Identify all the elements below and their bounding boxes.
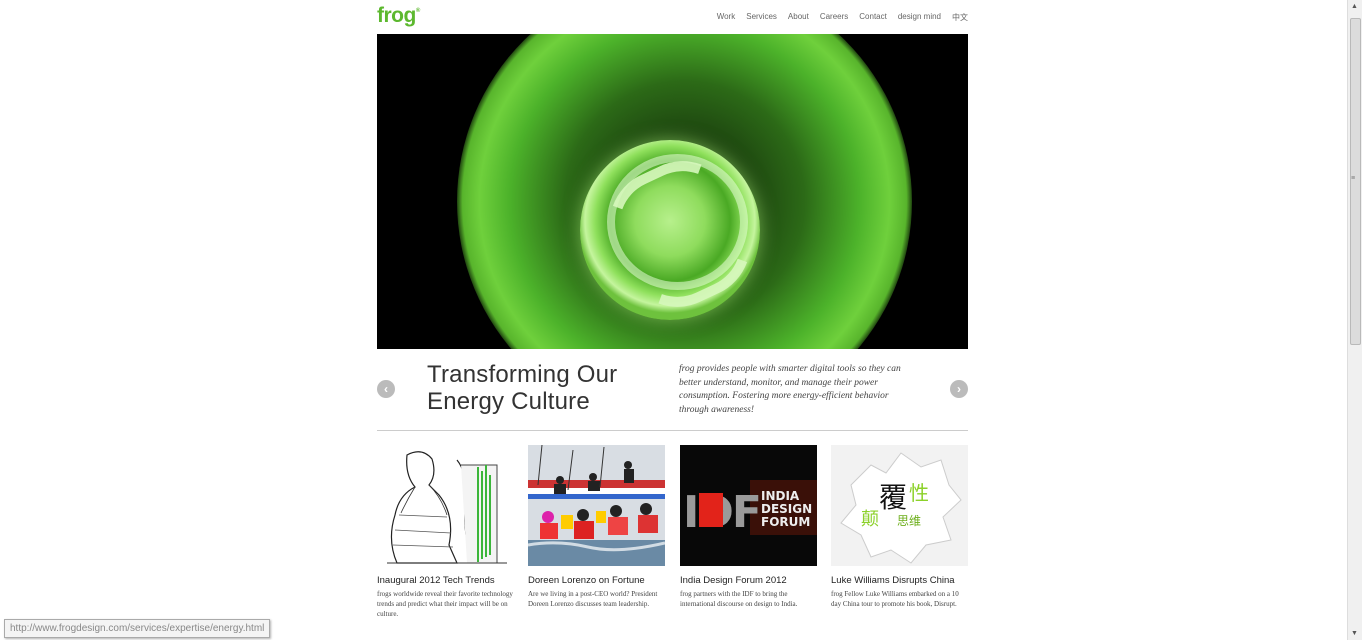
scroll-grip-icon: ≡ [1351, 175, 1356, 182]
main-nav: Work Services About Careers Contact desi… [706, 12, 968, 23]
nav-item-contact[interactable]: Contact [859, 12, 887, 23]
chevron-right-icon[interactable]: › [950, 380, 968, 398]
nav-item-work[interactable]: Work [717, 12, 736, 23]
card-title[interactable]: Luke Williams Disrupts China [831, 575, 968, 586]
char-fu: 覆 [879, 481, 907, 514]
scroll-up-icon[interactable]: ▲ [1351, 3, 1358, 10]
nav-item-about[interactable]: About [788, 12, 809, 23]
feature-title[interactable]: Transforming Our Energy Culture [427, 361, 617, 415]
hero-image-energy-bulb[interactable] [377, 34, 968, 349]
char-xing: 性 [909, 481, 929, 505]
news-card: Doreen Lorenzo on Fortune Are we living … [528, 445, 665, 609]
card-image-idf[interactable]: IDF INDIA DESIGN FORUM [680, 445, 817, 566]
section-divider [377, 430, 968, 431]
nav-item-careers[interactable]: Careers [820, 12, 848, 23]
news-card: IDF INDIA DESIGN FORUM India Design Foru… [680, 445, 817, 609]
card-image-dragon-boat[interactable] [528, 445, 665, 566]
nav-item-design-mind[interactable]: design mind [898, 12, 941, 23]
feature-title-line1: Transforming Our [427, 361, 618, 388]
vertical-scrollbar[interactable]: ▲ ≡ ▼ [1347, 0, 1362, 640]
rowing-photo [528, 445, 665, 566]
idf-line-3: FORUM [761, 515, 810, 529]
news-card: Inaugural 2012 Tech Trends frogs worldwi… [377, 445, 514, 619]
card-title[interactable]: India Design Forum 2012 [680, 575, 817, 586]
card-text: frog partners with the IDF to bring the … [680, 590, 798, 608]
char-siwei: 思维 [897, 514, 921, 528]
feature-title-line2: Energy Culture [427, 388, 590, 415]
nav-item-services[interactable]: Services [746, 12, 777, 23]
alice-illustration [377, 445, 514, 566]
torn-paper-image: 覆 性 颠 思维 [831, 445, 968, 566]
news-card: 覆 性 颠 思维 Luke Williams Disrupts China fr… [831, 445, 968, 609]
idf-line-2: DESIGN [761, 502, 812, 516]
card-title[interactable]: Inaugural 2012 Tech Trends [377, 575, 514, 586]
idf-line-1: INDIA [761, 489, 800, 503]
feature-description: frog provides people with smarter digita… [679, 364, 901, 415]
frog-logo[interactable]: frog® [377, 4, 420, 28]
card-title[interactable]: Doreen Lorenzo on Fortune [528, 575, 665, 586]
card-text: Are we living in a post-CEO world? Presi… [528, 590, 658, 608]
status-bar-url: http://www.frogdesign.com/services/exper… [4, 619, 271, 638]
char-dian: 颠 [861, 509, 879, 530]
idf-logo-image: IDF INDIA DESIGN FORUM [680, 445, 817, 566]
card-text: frogs worldwide reveal their favorite te… [377, 590, 513, 618]
card-text: frog Fellow Luke Williams embarked on a … [831, 590, 959, 608]
scroll-down-icon[interactable]: ▼ [1351, 630, 1358, 637]
card-image-disrupt-china[interactable]: 覆 性 颠 思维 [831, 445, 968, 566]
card-image-tech-trends[interactable] [377, 445, 514, 566]
nav-item-chinese[interactable]: 中文 [952, 12, 968, 23]
chevron-left-icon[interactable]: ‹ [377, 380, 395, 398]
